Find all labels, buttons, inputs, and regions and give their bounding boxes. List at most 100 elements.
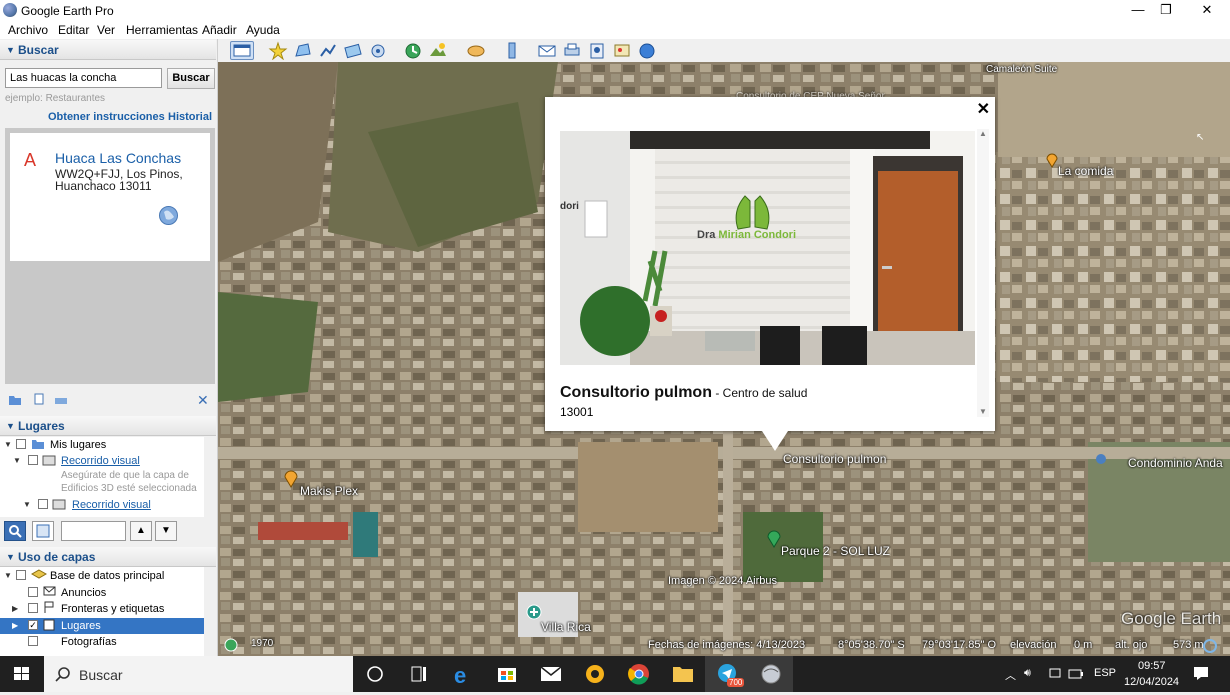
record-tour-button[interactable] [368, 41, 388, 60]
network-icon[interactable] [1048, 667, 1062, 681]
balloon-close-button[interactable]: ✕ [977, 99, 990, 119]
place-pin-icon[interactable] [1046, 153, 1058, 168]
tree-item-mis-lugares[interactable]: Mis lugares [50, 439, 106, 451]
checkbox[interactable] [16, 570, 26, 580]
balloon-scrollbar[interactable]: ▲ ▼ [977, 129, 989, 417]
map-label-consultorio[interactable]: Consultorio pulmon [783, 452, 886, 466]
telegram-icon[interactable]: 700 [705, 656, 749, 692]
menu-archivo[interactable]: Archivo [8, 23, 48, 37]
menu-ver[interactable]: Ver [97, 23, 115, 37]
windows-start-icon[interactable] [0, 656, 44, 692]
layers-section-header[interactable]: ▼ Uso de capas [0, 547, 216, 567]
file-explorer-icon[interactable] [661, 656, 705, 692]
place-photo[interactable]: Dra Mirian Condori dori [560, 131, 975, 365]
search-section-header[interactable]: ▼ Buscar [0, 40, 216, 60]
sunlight-button[interactable] [428, 41, 448, 60]
mail-icon[interactable] [529, 656, 573, 692]
move-down-button[interactable]: ▼ [155, 521, 177, 541]
places-filter-input[interactable] [61, 521, 126, 541]
store-icon[interactable] [485, 656, 529, 692]
layer-fotografias[interactable]: Fotografías [61, 636, 117, 648]
map-label-villa-rica[interactable]: Villa Rica [541, 620, 591, 634]
add-path-button[interactable] [318, 41, 338, 60]
checkbox[interactable] [16, 439, 26, 449]
layer-fronteras[interactable]: Fronteras y etiquetas [61, 603, 164, 615]
chrome-icon[interactable] [617, 656, 661, 692]
menu-anadir[interactable]: Añadir [202, 23, 237, 37]
menu-editar[interactable]: Editar [58, 23, 89, 37]
taskbar-search-box[interactable]: Buscar [44, 656, 353, 692]
scroll-down-arrow-icon[interactable]: ▼ [979, 407, 987, 416]
show-hidden-icons-chevron[interactable]: ︿ [1005, 667, 1016, 683]
menu-herramientas[interactable]: Herramientas [126, 23, 198, 37]
sidebar-toggle-button[interactable] [230, 41, 254, 60]
maximize-button[interactable]: ❐ [1143, 0, 1189, 20]
checkbox[interactable] [28, 455, 38, 465]
map-label-makis-plex[interactable]: Makis Plex [300, 484, 358, 498]
place-pin-icon[interactable] [284, 470, 298, 488]
layer-anuncios[interactable]: Anuncios [61, 587, 106, 599]
notifications-icon[interactable] [1193, 666, 1209, 680]
add-placemark-button[interactable] [268, 41, 288, 60]
input-language[interactable]: ESP [1094, 667, 1116, 679]
expand-arrow-icon[interactable]: ▼ [4, 571, 12, 580]
layer-lugares[interactable]: Lugares [61, 620, 101, 632]
layer-base-de-datos[interactable]: Base de datos principal [50, 570, 164, 582]
map-label-la-comida[interactable]: La comida [1058, 164, 1113, 178]
google-earth-taskbar-icon[interactable] [749, 656, 793, 692]
map-label-condominio[interactable]: Condominio Anda [1128, 456, 1223, 470]
close-button[interactable]: ✕ [1184, 0, 1230, 20]
print-small-icon[interactable] [54, 394, 68, 406]
map-label-parque[interactable]: Parque 2 - SOL LUZ [781, 544, 890, 558]
tree-item-recorrido-visual[interactable]: Recorrido visual [72, 499, 151, 511]
checked-checkbox[interactable]: ✓ [28, 620, 38, 630]
view-in-maps-button[interactable] [612, 41, 632, 60]
clear-icon[interactable]: ✕ [197, 392, 209, 409]
copy-icon[interactable] [32, 392, 46, 406]
search-places-button[interactable] [4, 521, 26, 541]
result-title-link[interactable]: Huaca Las Conchas [55, 150, 181, 166]
checkbox[interactable] [38, 499, 48, 509]
edge-icon[interactable]: e [441, 656, 485, 692]
scrollbar[interactable] [204, 437, 216, 517]
expand-arrow-icon[interactable]: ▼ [23, 500, 31, 509]
task-view-icon[interactable] [397, 656, 441, 692]
earth-view-button[interactable] [637, 41, 657, 60]
checkbox[interactable] [28, 587, 38, 597]
folder-icon[interactable] [8, 393, 22, 406]
checkbox[interactable] [28, 603, 38, 613]
map-label-camaleon[interactable]: Camaleón Suite [986, 64, 1057, 75]
expand-arrow-icon[interactable]: ▶ [12, 604, 18, 613]
menu-ayuda[interactable]: Ayuda [246, 23, 280, 37]
checkbox[interactable] [28, 636, 38, 646]
add-polygon-button[interactable] [293, 41, 313, 60]
compass-icon[interactable]: ↖ [1196, 132, 1206, 143]
globe-icon[interactable] [158, 205, 179, 229]
search-input[interactable] [5, 68, 162, 88]
ruler-button[interactable] [502, 41, 522, 60]
expand-arrow-icon[interactable]: ▶ [12, 621, 18, 630]
volume-icon[interactable]: 🔊︎ [1024, 667, 1031, 680]
place-pin-icon[interactable] [1093, 452, 1109, 466]
norton-icon[interactable] [573, 656, 617, 692]
expand-arrow-icon[interactable]: ▼ [4, 440, 12, 449]
clock-time[interactable]: 09:57 [1138, 660, 1166, 672]
park-pin-icon[interactable] [767, 530, 781, 548]
print-button[interactable] [562, 41, 582, 60]
search-button[interactable]: Buscar [167, 68, 215, 89]
get-directions-link[interactable]: Obtener instrucciones [48, 111, 165, 123]
add-image-overlay-button[interactable] [343, 41, 363, 60]
save-image-button[interactable] [587, 41, 607, 60]
clock-date[interactable]: 12/04/2024 [1124, 676, 1179, 688]
email-button[interactable] [537, 41, 557, 60]
history-link[interactable]: Historial [168, 111, 212, 123]
planets-button[interactable] [466, 41, 486, 60]
cortana-icon[interactable] [353, 656, 397, 692]
places-section-header[interactable]: ▼ Lugares [0, 416, 216, 436]
historical-imagery-button[interactable] [403, 41, 423, 60]
tree-item-recorrido-visual[interactable]: Recorrido visual [61, 455, 140, 467]
scrollbar[interactable] [204, 567, 216, 656]
battery-icon[interactable] [1068, 667, 1083, 681]
hospital-pin-icon[interactable] [526, 604, 542, 620]
expand-arrow-icon[interactable]: ▼ [13, 456, 21, 465]
